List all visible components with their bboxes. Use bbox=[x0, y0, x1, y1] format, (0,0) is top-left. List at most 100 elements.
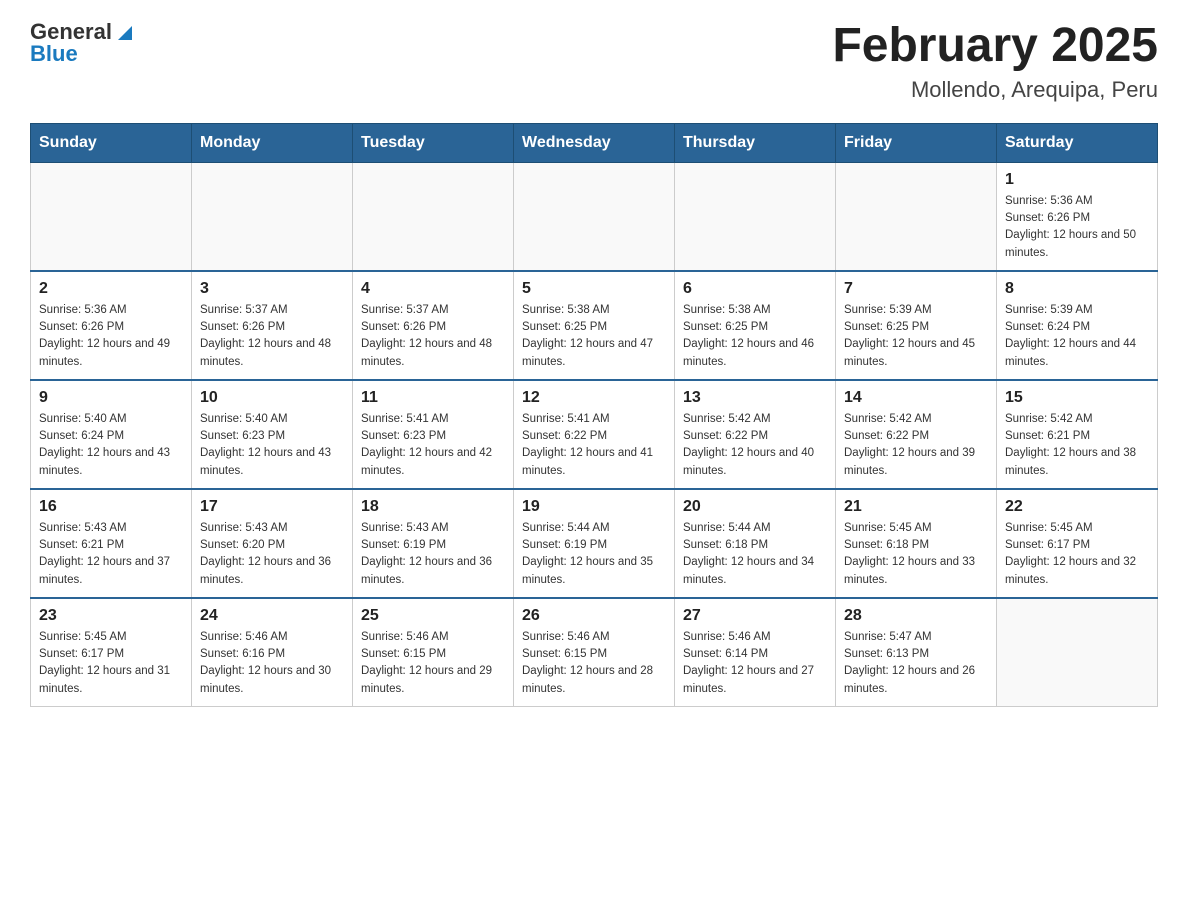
page-header: General Blue February 2025 Mollendo, Are… bbox=[30, 20, 1158, 103]
calendar-cell: 27 Sunrise: 5:46 AMSunset: 6:14 PMDayligh… bbox=[675, 598, 836, 707]
calendar-cell: 25Sunrise: 5:46 AMSunset: 6:15 PMDayligh… bbox=[353, 598, 514, 707]
day-number: 8 bbox=[1005, 280, 1149, 298]
calendar-cell: 17Sunrise: 5:43 AMSunset: 6:20 PMDayligh… bbox=[192, 489, 353, 598]
calendar-cell: 23 Sunrise: 5:45 AMSunset: 6:17 PMDayligh… bbox=[31, 598, 192, 707]
day-info: Sunrise: 5:43 AMSunset: 6:21 PMDaylight:… bbox=[39, 520, 183, 589]
day-info: Sunrise: 5:40 AMSunset: 6:23 PMDaylight:… bbox=[200, 411, 344, 480]
calendar-cell bbox=[836, 162, 997, 271]
calendar-cell: 15 Sunrise: 5:42 AMSunset: 6:21 PMDayligh… bbox=[997, 380, 1158, 489]
location-subtitle: Mollendo, Arequipa, Peru bbox=[832, 77, 1158, 103]
day-info: Sunrise: 5:46 AMSunset: 6:15 PMDaylight:… bbox=[522, 629, 666, 698]
day-number: 9 bbox=[39, 389, 183, 407]
day-number: 28 bbox=[844, 607, 988, 625]
day-info: Sunrise: 5:45 AMSunset: 6:17 PMDaylight:… bbox=[39, 629, 183, 698]
calendar-cell: 28Sunrise: 5:47 AMSunset: 6:13 PMDayligh… bbox=[836, 598, 997, 707]
col-tuesday: Tuesday bbox=[353, 123, 514, 162]
calendar-week-row-3: 16 Sunrise: 5:43 AMSunset: 6:21 PMDayligh… bbox=[31, 489, 1158, 598]
calendar-cell: 16 Sunrise: 5:43 AMSunset: 6:21 PMDayligh… bbox=[31, 489, 192, 598]
day-number: 20 bbox=[683, 498, 827, 516]
calendar-week-row-4: 23 Sunrise: 5:45 AMSunset: 6:17 PMDayligh… bbox=[31, 598, 1158, 707]
day-number: 10 bbox=[200, 389, 344, 407]
calendar-cell: 21 Sunrise: 5:45 AMSunset: 6:18 PMDayligh… bbox=[836, 489, 997, 598]
calendar-cell: 12 Sunrise: 5:41 AMSunset: 6:22 PMDayligh… bbox=[514, 380, 675, 489]
day-number: 24 bbox=[200, 607, 344, 625]
calendar-cell: 9 Sunrise: 5:40 AMSunset: 6:24 PMDaylight… bbox=[31, 380, 192, 489]
day-number: 27 bbox=[683, 607, 827, 625]
col-monday: Monday bbox=[192, 123, 353, 162]
calendar-cell: 13Sunrise: 5:42 AMSunset: 6:22 PMDayligh… bbox=[675, 380, 836, 489]
day-number: 23 bbox=[39, 607, 183, 625]
calendar-cell: 10 Sunrise: 5:40 AMSunset: 6:23 PMDayligh… bbox=[192, 380, 353, 489]
day-number: 11 bbox=[361, 389, 505, 407]
logo: General Blue bbox=[30, 20, 136, 66]
day-info: Sunrise: 5:39 AMSunset: 6:25 PMDaylight:… bbox=[844, 302, 988, 371]
day-number: 14 bbox=[844, 389, 988, 407]
calendar-cell: 4 Sunrise: 5:37 AMSunset: 6:26 PMDaylight… bbox=[353, 271, 514, 380]
col-friday: Friday bbox=[836, 123, 997, 162]
day-number: 21 bbox=[844, 498, 988, 516]
day-number: 5 bbox=[522, 280, 666, 298]
calendar-cell: 11 Sunrise: 5:41 AMSunset: 6:23 PMDayligh… bbox=[353, 380, 514, 489]
day-info: Sunrise: 5:43 AMSunset: 6:19 PMDaylight:… bbox=[361, 520, 505, 589]
day-info: Sunrise: 5:38 AMSunset: 6:25 PMDaylight:… bbox=[522, 302, 666, 371]
day-info: Sunrise: 5:46 AMSunset: 6:14 PMDaylight:… bbox=[683, 629, 827, 698]
day-info: Sunrise: 5:42 AMSunset: 6:21 PMDaylight:… bbox=[1005, 411, 1149, 480]
day-info: Sunrise: 5:45 AMSunset: 6:18 PMDaylight:… bbox=[844, 520, 988, 589]
day-info: Sunrise: 5:44 AMSunset: 6:19 PMDaylight:… bbox=[522, 520, 666, 589]
day-info: Sunrise: 5:37 AMSunset: 6:26 PMDaylight:… bbox=[361, 302, 505, 371]
title-block: February 2025 Mollendo, Arequipa, Peru bbox=[832, 20, 1158, 103]
day-number: 19 bbox=[522, 498, 666, 516]
day-info: Sunrise: 5:42 AMSunset: 6:22 PMDaylight:… bbox=[844, 411, 988, 480]
col-saturday: Saturday bbox=[997, 123, 1158, 162]
calendar-cell bbox=[997, 598, 1158, 707]
month-title: February 2025 bbox=[832, 20, 1158, 73]
day-info: Sunrise: 5:36 AMSunset: 6:26 PMDaylight:… bbox=[39, 302, 183, 371]
calendar-week-row-1: 2 Sunrise: 5:36 AMSunset: 6:26 PMDaylight… bbox=[31, 271, 1158, 380]
day-number: 15 bbox=[1005, 389, 1149, 407]
calendar-cell: 3 Sunrise: 5:37 AMSunset: 6:26 PMDaylight… bbox=[192, 271, 353, 380]
day-number: 6 bbox=[683, 280, 827, 298]
day-number: 7 bbox=[844, 280, 988, 298]
logo-blue: Blue bbox=[30, 42, 136, 66]
day-info: Sunrise: 5:41 AMSunset: 6:23 PMDaylight:… bbox=[361, 411, 505, 480]
day-info: Sunrise: 5:42 AMSunset: 6:22 PMDaylight:… bbox=[683, 411, 827, 480]
calendar-cell: 19 Sunrise: 5:44 AMSunset: 6:19 PMDayligh… bbox=[514, 489, 675, 598]
calendar-header-row: Sunday Monday Tuesday Wednesday Thursday… bbox=[31, 123, 1158, 162]
col-thursday: Thursday bbox=[675, 123, 836, 162]
day-info: Sunrise: 5:40 AMSunset: 6:24 PMDaylight:… bbox=[39, 411, 183, 480]
col-sunday: Sunday bbox=[31, 123, 192, 162]
calendar-cell bbox=[192, 162, 353, 271]
calendar-cell: 7 Sunrise: 5:39 AMSunset: 6:25 PMDaylight… bbox=[836, 271, 997, 380]
day-info: Sunrise: 5:45 AMSunset: 6:17 PMDaylight:… bbox=[1005, 520, 1149, 589]
day-info: Sunrise: 5:44 AMSunset: 6:18 PMDaylight:… bbox=[683, 520, 827, 589]
calendar-cell: 5 Sunrise: 5:38 AMSunset: 6:25 PMDaylight… bbox=[514, 271, 675, 380]
day-info: Sunrise: 5:37 AMSunset: 6:26 PMDaylight:… bbox=[200, 302, 344, 371]
calendar-cell bbox=[675, 162, 836, 271]
calendar-table: Sunday Monday Tuesday Wednesday Thursday… bbox=[30, 123, 1158, 707]
day-number: 2 bbox=[39, 280, 183, 298]
day-number: 1 bbox=[1005, 171, 1149, 189]
day-info: Sunrise: 5:41 AMSunset: 6:22 PMDaylight:… bbox=[522, 411, 666, 480]
calendar-cell bbox=[514, 162, 675, 271]
calendar-cell: 1 Sunrise: 5:36 AMSunset: 6:26 PMDaylight… bbox=[997, 162, 1158, 271]
calendar-cell bbox=[353, 162, 514, 271]
calendar-cell: 8 Sunrise: 5:39 AMSunset: 6:24 PMDaylight… bbox=[997, 271, 1158, 380]
day-number: 12 bbox=[522, 389, 666, 407]
calendar-cell: 18 Sunrise: 5:43 AMSunset: 6:19 PMDayligh… bbox=[353, 489, 514, 598]
day-number: 4 bbox=[361, 280, 505, 298]
calendar-cell bbox=[31, 162, 192, 271]
day-number: 16 bbox=[39, 498, 183, 516]
calendar-cell: 6Sunrise: 5:38 AMSunset: 6:25 PMDaylight… bbox=[675, 271, 836, 380]
day-number: 18 bbox=[361, 498, 505, 516]
calendar-cell: 26 Sunrise: 5:46 AMSunset: 6:15 PMDayligh… bbox=[514, 598, 675, 707]
calendar-cell: 20 Sunrise: 5:44 AMSunset: 6:18 PMDayligh… bbox=[675, 489, 836, 598]
calendar-cell: 24Sunrise: 5:46 AMSunset: 6:16 PMDayligh… bbox=[192, 598, 353, 707]
calendar-week-row-2: 9 Sunrise: 5:40 AMSunset: 6:24 PMDaylight… bbox=[31, 380, 1158, 489]
day-number: 3 bbox=[200, 280, 344, 298]
day-number: 26 bbox=[522, 607, 666, 625]
day-info: Sunrise: 5:43 AMSunset: 6:20 PMDaylight:… bbox=[200, 520, 344, 589]
day-info: Sunrise: 5:36 AMSunset: 6:26 PMDaylight:… bbox=[1005, 193, 1149, 262]
day-info: Sunrise: 5:39 AMSunset: 6:24 PMDaylight:… bbox=[1005, 302, 1149, 371]
calendar-cell: 2 Sunrise: 5:36 AMSunset: 6:26 PMDaylight… bbox=[31, 271, 192, 380]
calendar-cell: 14 Sunrise: 5:42 AMSunset: 6:22 PMDayligh… bbox=[836, 380, 997, 489]
